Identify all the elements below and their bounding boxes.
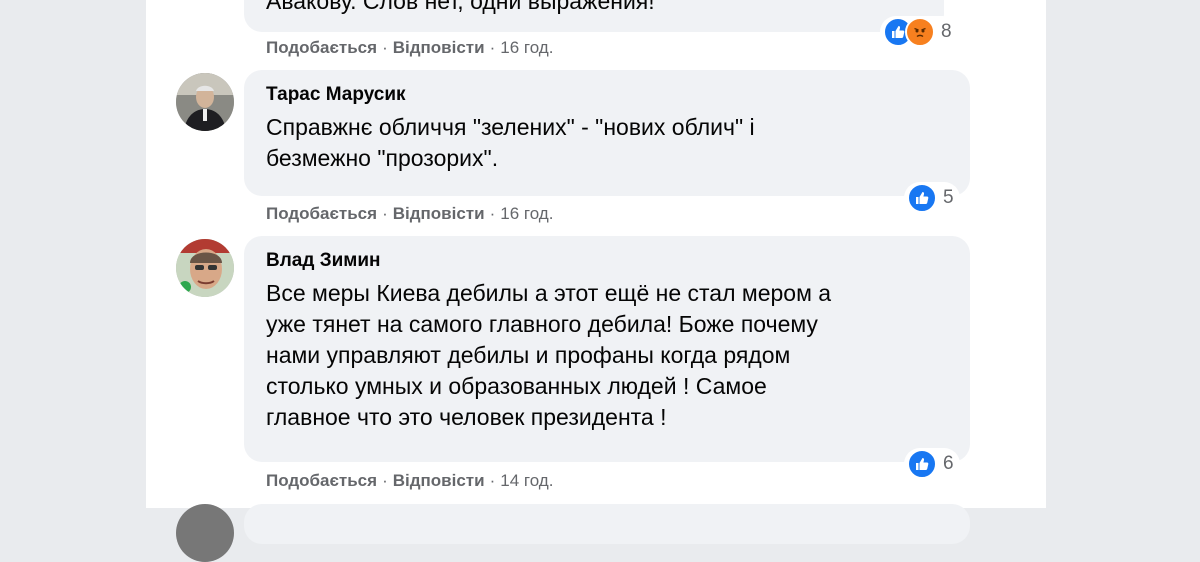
comment-actions: Подобається · Відповісти · 14 год. bbox=[266, 471, 553, 491]
reply-button[interactable]: Відповісти bbox=[393, 38, 485, 57]
comment-author[interactable]: Тарас Марусик bbox=[266, 84, 948, 106]
avatar[interactable] bbox=[176, 73, 234, 131]
comment-text: Авакову. Слов нет, одни выражения! bbox=[266, 0, 655, 14]
comment-actions: Подобається · Відповісти · 16 год. bbox=[266, 204, 553, 224]
avatar[interactable] bbox=[176, 504, 234, 562]
separator: · bbox=[489, 38, 496, 57]
timestamp[interactable]: 16 год. bbox=[500, 204, 553, 223]
separator: · bbox=[489, 471, 496, 490]
reaction-count: 6 bbox=[943, 453, 954, 474]
like-button[interactable]: Подобається bbox=[266, 204, 377, 223]
like-button[interactable]: Подобається bbox=[266, 38, 377, 57]
separator: · bbox=[489, 204, 496, 223]
separator: · bbox=[382, 38, 388, 57]
comment-bubble: Влад Зимин Все меры Киева дебилы а этот … bbox=[244, 236, 970, 462]
comment-text: Все меры Киева дебилы а этот ещё не стал… bbox=[266, 280, 832, 430]
comment-bubble: Тарас Марусик Справжнє обличчя "зелених"… bbox=[244, 70, 970, 196]
reply-button[interactable]: Відповісти bbox=[393, 471, 485, 490]
reaction-summary[interactable]: 5 bbox=[904, 182, 960, 214]
reaction-count: 8 bbox=[941, 21, 952, 42]
avatar[interactable] bbox=[176, 239, 234, 297]
like-reaction-icon bbox=[907, 449, 937, 479]
comment-actions: Подобається · Відповісти · 16 год. bbox=[266, 38, 553, 58]
timestamp[interactable]: 14 год. bbox=[500, 471, 553, 490]
comment-bubble bbox=[244, 504, 970, 544]
like-reaction-icon bbox=[907, 183, 937, 213]
reply-button[interactable]: Відповісти bbox=[393, 204, 485, 223]
separator: · bbox=[382, 471, 388, 490]
reaction-summary[interactable]: 6 bbox=[904, 448, 960, 480]
like-button[interactable]: Подобається bbox=[266, 471, 377, 490]
comment-author[interactable]: Влад Зимин bbox=[266, 250, 948, 272]
comment-bubble: Авакову. Слов нет, одни выражения! bbox=[244, 0, 944, 32]
angry-reaction-icon bbox=[905, 17, 935, 47]
comment-text: Справжнє обличчя "зелених" - "нових обли… bbox=[266, 114, 755, 171]
separator: · bbox=[382, 204, 388, 223]
timestamp[interactable]: 16 год. bbox=[500, 38, 553, 57]
reaction-summary[interactable]: 8 bbox=[880, 16, 958, 48]
comments-panel: Авакову. Слов нет, одни выражения! 8 Под… bbox=[146, 0, 1046, 562]
reaction-count: 5 bbox=[943, 187, 954, 208]
